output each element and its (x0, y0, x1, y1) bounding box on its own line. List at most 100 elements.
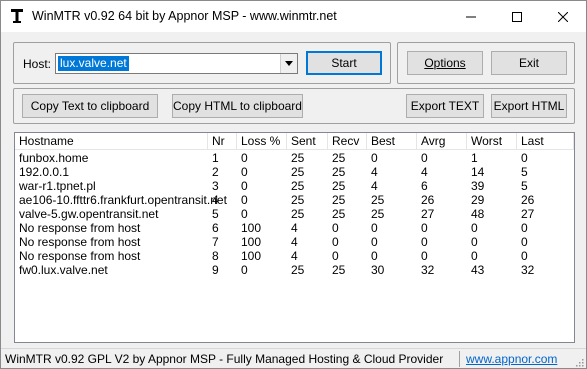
cell-loss: 0 (241, 179, 248, 193)
minimize-button[interactable] (448, 1, 494, 32)
column-header-sent[interactable]: Sent (287, 133, 328, 150)
copy-text-button[interactable]: Copy Text to clipboard (22, 94, 158, 118)
cell-last: 0 (521, 235, 528, 249)
table-row[interactable]: fw0.lux.valve.net 9 0 25 25 30 32 43 32 (15, 263, 574, 277)
resize-grip-icon[interactable] (574, 356, 584, 367)
cell-avrg: 0 (421, 235, 428, 249)
column-header-loss[interactable]: Loss % (237, 133, 287, 150)
copy-text-button-label: Copy Text to clipboard (30, 99, 150, 113)
column-header-avrg[interactable]: Avrg (417, 133, 467, 150)
cell-nr: 5 (212, 207, 219, 221)
cell-recv: 0 (332, 235, 339, 249)
cell-best: 0 (371, 235, 378, 249)
cell-recv: 25 (332, 207, 346, 221)
cell-best: 0 (371, 151, 378, 165)
cell-last: 5 (521, 179, 528, 193)
cell-best: 4 (371, 179, 378, 193)
cell-avrg: 0 (421, 151, 428, 165)
export-html-button[interactable]: Export HTML (491, 94, 567, 118)
cell-worst: 0 (471, 235, 478, 249)
table-row[interactable]: ae106-10.ffttr6.frankfurt.opentransit.ne… (15, 193, 574, 207)
cell-hostname: ae106-10.ffttr6.frankfurt.opentransit.ne… (19, 193, 227, 207)
table-row[interactable]: No response from host 7 100 4 0 0 0 0 0 (15, 235, 574, 249)
cell-sent: 25 (291, 179, 305, 193)
column-header-last[interactable]: Last (517, 133, 574, 150)
cell-worst: 14 (471, 165, 485, 179)
table-row[interactable]: No response from host 8 100 4 0 0 0 0 0 (15, 249, 574, 263)
cell-sent: 4 (291, 235, 298, 249)
table-row[interactable]: war-r1.tpnet.pl 3 0 25 25 4 6 39 5 (15, 179, 574, 193)
copy-html-button[interactable]: Copy HTML to clipboard (172, 94, 303, 118)
maximize-icon (512, 11, 522, 22)
cell-loss: 0 (241, 165, 248, 179)
cell-avrg: 6 (421, 179, 428, 193)
column-header-worst[interactable]: Worst (467, 133, 517, 150)
host-input-value[interactable]: lux.valve.net (58, 56, 129, 71)
cell-nr: 9 (212, 263, 219, 277)
cell-last: 0 (521, 151, 528, 165)
cell-sent: 25 (291, 193, 305, 207)
cell-worst: 48 (471, 207, 485, 221)
cell-hostname: fw0.lux.valve.net (19, 263, 108, 277)
export-html-button-label: Export HTML (493, 99, 565, 113)
copy-html-button-label: Copy HTML to clipboard (173, 99, 302, 113)
cell-best: 30 (371, 263, 385, 277)
appnor-link[interactable]: www.appnor.com (466, 352, 557, 366)
cell-loss: 0 (241, 263, 248, 277)
table-row[interactable]: 192.0.0.1 2 0 25 25 4 4 14 5 (15, 165, 574, 179)
cell-loss: 0 (241, 193, 248, 207)
cell-avrg: 32 (421, 263, 435, 277)
host-combobox[interactable]: lux.valve.net (55, 53, 298, 74)
start-button-label: Start (331, 56, 357, 70)
table-row[interactable]: valve-5.gw.opentransit.net 5 0 25 25 25 27 48 27 (15, 207, 574, 221)
cell-recv: 25 (332, 165, 346, 179)
export-text-button-label: Export TEXT (410, 99, 480, 113)
cell-loss: 100 (241, 249, 262, 263)
cell-nr: 7 (212, 235, 219, 249)
cell-hostname: war-r1.tpnet.pl (19, 179, 96, 193)
cell-avrg: 4 (421, 165, 428, 179)
winmtr-window: WinMTR v0.92 64 bit by Appnor MSP - www.… (0, 0, 587, 369)
cell-hostname: valve-5.gw.opentransit.net (19, 207, 159, 221)
cell-sent: 4 (291, 249, 298, 263)
cell-sent: 4 (291, 221, 298, 235)
table-row[interactable]: funbox.home 1 0 25 25 0 0 1 0 (15, 151, 574, 165)
cell-avrg: 27 (421, 207, 435, 221)
cell-nr: 4 (212, 193, 219, 207)
options-button-label: Options (424, 56, 466, 70)
cell-last: 0 (521, 249, 528, 263)
cell-recv: 25 (332, 151, 346, 165)
cell-worst: 0 (471, 221, 478, 235)
exit-button[interactable]: Exit (491, 51, 567, 75)
options-button[interactable]: Options (407, 51, 483, 75)
start-button[interactable]: Start (306, 51, 382, 75)
cell-recv: 0 (332, 221, 339, 235)
cell-worst: 0 (471, 249, 478, 263)
cell-recv: 25 (332, 263, 346, 277)
column-header-best[interactable]: Best (367, 133, 417, 150)
winmtr-app-icon (10, 8, 24, 24)
cell-nr: 2 (212, 165, 219, 179)
cell-last: 32 (521, 263, 535, 277)
cell-last: 27 (521, 207, 535, 221)
status-bar: WinMTR v0.92 GPL V2 by Appnor MSP - Full… (1, 348, 586, 368)
host-dropdown-button[interactable] (280, 54, 297, 73)
table-row[interactable]: No response from host 6 100 4 0 0 0 0 0 (15, 221, 574, 235)
results-table[interactable]: Hostname Nr Loss % Sent Recv Best Avrg W… (14, 132, 575, 343)
cell-hostname: No response from host (19, 249, 141, 263)
title-bar[interactable]: WinMTR v0.92 64 bit by Appnor MSP - www.… (1, 1, 586, 32)
cell-recv: 0 (332, 249, 339, 263)
column-header-hostname[interactable]: Hostname (15, 133, 208, 150)
cell-loss: 100 (241, 235, 262, 249)
cell-avrg: 0 (421, 221, 428, 235)
table-header: Hostname Nr Loss % Sent Recv Best Avrg W… (15, 133, 574, 150)
close-button[interactable] (540, 1, 586, 32)
maximize-button[interactable] (494, 1, 540, 32)
export-text-button[interactable]: Export TEXT (406, 94, 484, 118)
minimize-icon (466, 16, 476, 17)
cell-best: 25 (371, 207, 385, 221)
cell-hostname: 192.0.0.1 (19, 165, 70, 179)
column-header-recv[interactable]: Recv (328, 133, 367, 150)
column-header-nr[interactable]: Nr (208, 133, 237, 150)
cell-last: 26 (521, 193, 535, 207)
